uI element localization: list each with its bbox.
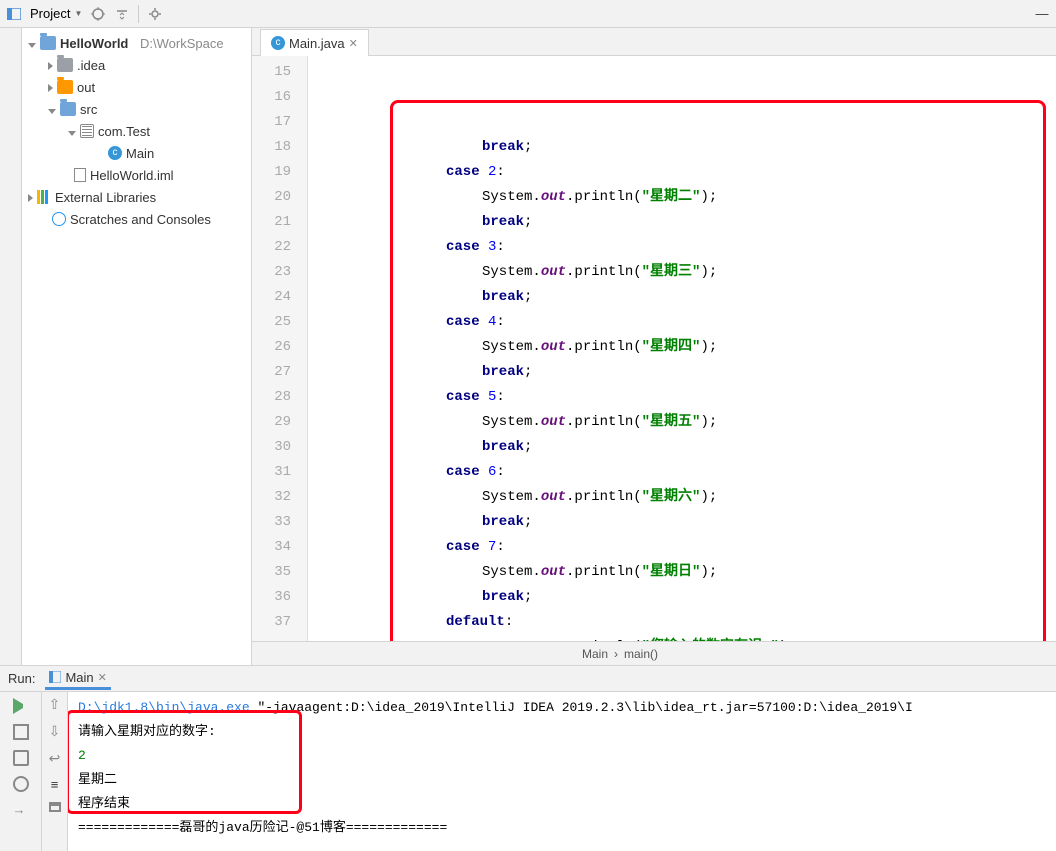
crumb-separator-icon: › (614, 647, 618, 661)
dump-icon[interactable] (13, 750, 29, 766)
gear-icon[interactable] (147, 6, 163, 22)
tree-scratch[interactable]: Scratches and Consoles (22, 208, 251, 230)
project-tree: HelloWorld D:\WorkSpace .idea out src co… (22, 28, 252, 665)
scroll-to-end-icon[interactable]: ≡ (51, 777, 59, 792)
tree-iml[interactable]: HelloWorld.iml (22, 164, 251, 186)
tree-ext-lib[interactable]: External Libraries (22, 186, 251, 208)
tree-out[interactable]: out (22, 76, 251, 98)
project-dropdown[interactable]: Project ▼ (30, 6, 82, 21)
run-tab-main[interactable]: Main ✕ (45, 668, 110, 690)
run-nav-icons: ≡ (42, 692, 68, 851)
collapse-icon[interactable] (114, 6, 130, 22)
run-toolbar: Run: Main ✕ (0, 665, 1056, 691)
folder-icon (57, 58, 73, 72)
console-line: 2 (78, 744, 1056, 768)
expand-arrow-icon[interactable] (28, 190, 33, 205)
tab-label: Main.java (289, 36, 345, 51)
class-icon (108, 146, 122, 160)
tree-src[interactable]: src (22, 98, 251, 120)
stop-icon[interactable] (13, 724, 29, 740)
folder-label: src (80, 102, 97, 117)
project-view-icon[interactable] (6, 6, 22, 22)
folder-label: .idea (77, 58, 105, 73)
tree-root[interactable]: HelloWorld D:\WorkSpace (22, 32, 251, 54)
run-action-icons: → (0, 692, 42, 851)
code-content[interactable]: break;case 2:System.out.println("星期二");b… (308, 56, 1056, 641)
run-label: Run: (8, 671, 35, 686)
class-label: Main (126, 146, 154, 161)
no-arrow (40, 212, 48, 227)
folder-label: out (77, 80, 95, 95)
no-arrow (96, 146, 104, 161)
hide-icon[interactable]: — (1034, 6, 1050, 22)
expand-arrow-icon[interactable] (48, 80, 53, 95)
scratches-label: Scratches and Consoles (70, 212, 211, 227)
tree-idea[interactable]: .idea (22, 54, 251, 76)
tree-main-class[interactable]: Main (22, 142, 251, 164)
libraries-icon (37, 190, 51, 204)
expand-arrow-icon[interactable] (48, 58, 53, 73)
console-line: 程序结束 (78, 792, 1056, 816)
separator (138, 5, 139, 23)
expand-arrow-icon[interactable] (68, 124, 76, 139)
run-tab-label: Main (65, 670, 93, 685)
console-line: D:\jdk1.8\bin\java.exe "-javaagent:D:\id… (78, 696, 1056, 720)
folder-icon (60, 102, 76, 116)
file-label: HelloWorld.iml (90, 168, 174, 183)
debug-icon[interactable] (13, 776, 29, 792)
left-gutter (0, 28, 22, 665)
close-icon[interactable]: ✕ (98, 671, 107, 684)
tab-main-java[interactable]: Main.java ✕ (260, 29, 369, 56)
line-gutter: 1516171819202122232425262728293031323334… (252, 56, 308, 641)
iml-file-icon (74, 168, 86, 182)
code-area[interactable]: 1516171819202122232425262728293031323334… (252, 56, 1056, 641)
editor-tabs: Main.java ✕ (252, 28, 1056, 56)
console-line: =============磊哥的java历险记-@51博客===========… (78, 816, 1056, 840)
console-output[interactable]: D:\jdk1.8\bin\java.exe "-javaagent:D:\id… (68, 692, 1056, 851)
target-icon[interactable] (90, 6, 106, 22)
crumb-method[interactable]: main() (624, 647, 658, 661)
project-path: D:\WorkSpace (140, 36, 224, 51)
editor-pane: Main.java ✕ 1516171819202122232425262728… (252, 28, 1056, 665)
breadcrumb: Main › main() (252, 641, 1056, 665)
console-line: 星期二 (78, 768, 1056, 792)
exit-icon[interactable]: → (13, 802, 29, 818)
project-folder-icon (40, 36, 56, 50)
project-toolbar: Project ▼ — (0, 0, 1056, 28)
expand-arrow-icon[interactable] (48, 102, 56, 117)
print-icon[interactable] (49, 802, 61, 812)
package-label: com.Test (98, 124, 150, 139)
libraries-label: External Libraries (55, 190, 156, 205)
down-icon[interactable] (49, 723, 61, 740)
scratches-icon (52, 212, 66, 226)
folder-icon (57, 80, 73, 94)
project-label: Project (30, 6, 70, 21)
softwrap-icon[interactable] (49, 750, 61, 767)
console-line: 请输入星期对应的数字: (78, 720, 1056, 744)
package-icon (80, 124, 94, 138)
run-tab-icon (49, 671, 61, 683)
close-icon[interactable]: ✕ (349, 37, 358, 50)
expand-arrow-icon[interactable] (28, 36, 36, 51)
rerun-icon[interactable] (13, 698, 29, 714)
class-icon (271, 36, 285, 50)
up-icon[interactable] (49, 696, 61, 713)
project-name: HelloWorld (60, 36, 128, 51)
dropdown-arrow-icon: ▼ (74, 9, 82, 18)
tree-pkg[interactable]: com.Test (22, 120, 251, 142)
run-panel: → ≡ D:\jdk1.8\bin\java.exe "-javaagent:D… (0, 691, 1056, 851)
no-arrow (62, 168, 70, 183)
main-area: HelloWorld D:\WorkSpace .idea out src co… (0, 28, 1056, 665)
crumb-class[interactable]: Main (582, 647, 608, 661)
